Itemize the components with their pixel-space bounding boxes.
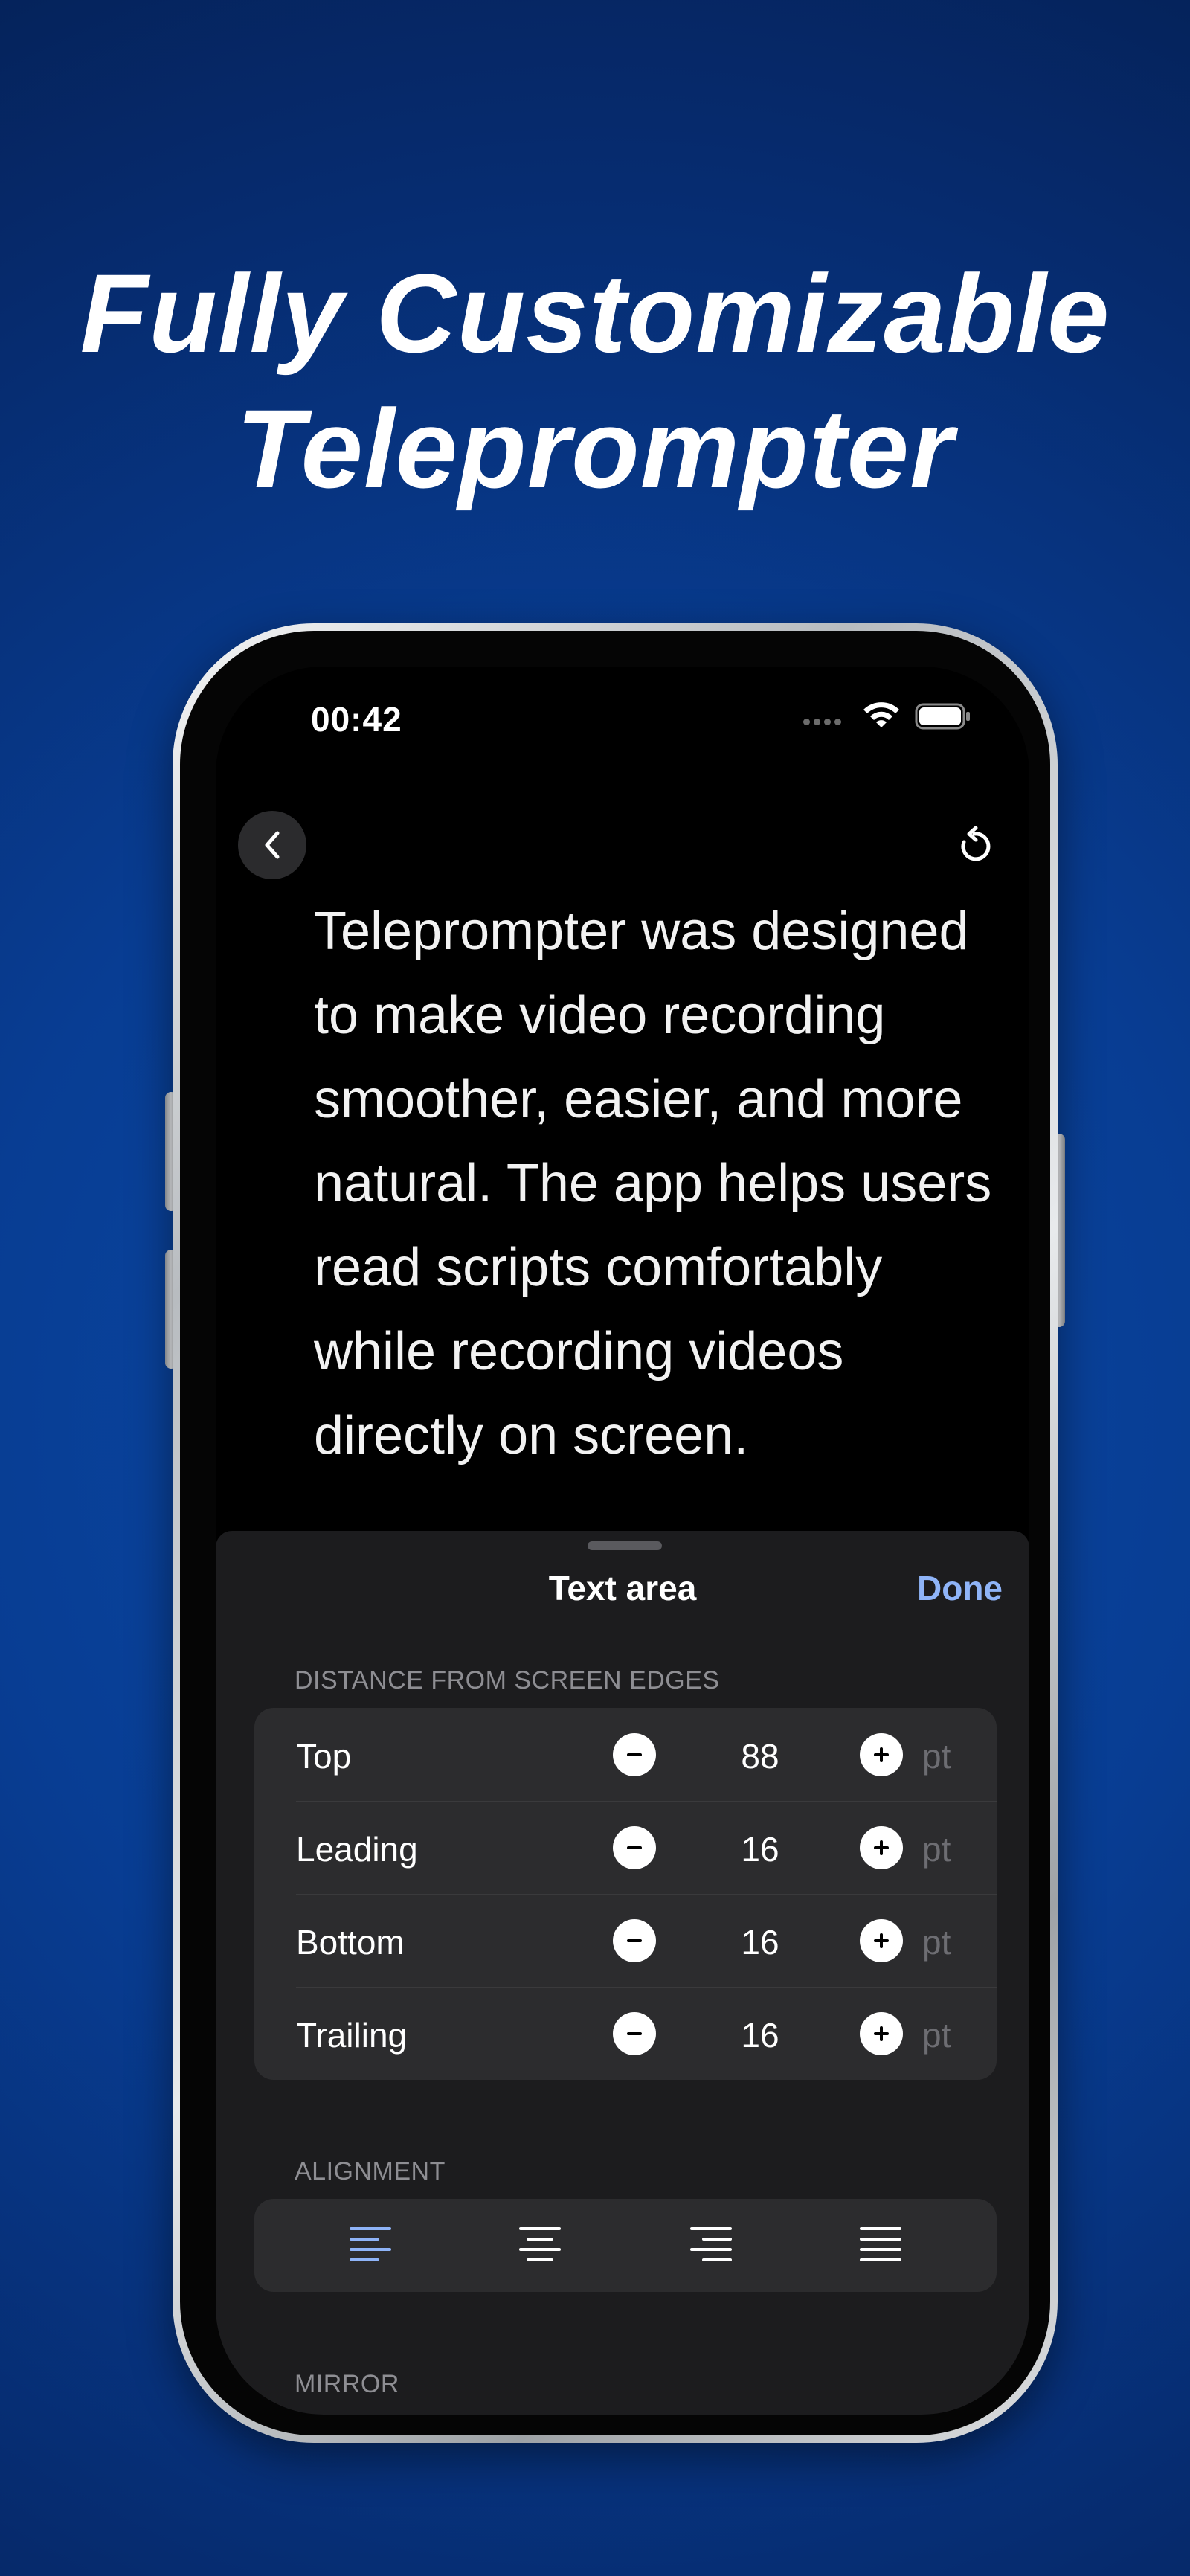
plus-icon bbox=[874, 1840, 889, 1855]
increment-bottom-button[interactable] bbox=[860, 1919, 903, 1962]
alignment-section-label: ALIGNMENT bbox=[295, 2157, 446, 2185]
reset-button[interactable] bbox=[951, 823, 998, 870]
minus-icon bbox=[627, 1939, 642, 1942]
status-time: 00:42 bbox=[311, 700, 402, 739]
decrement-bottom-button[interactable] bbox=[613, 1919, 656, 1962]
row-value: 16 bbox=[741, 2016, 779, 2055]
row-label: Bottom bbox=[296, 1923, 405, 1962]
decrement-trailing-button[interactable] bbox=[613, 2012, 656, 2055]
chevron-left-icon bbox=[265, 831, 280, 859]
minus-icon bbox=[627, 1846, 642, 1849]
align-center-button[interactable] bbox=[518, 2224, 562, 2266]
row-unit: pt bbox=[922, 1923, 951, 1962]
row-value: 16 bbox=[741, 1923, 779, 1962]
decrement-leading-button[interactable] bbox=[613, 1826, 656, 1869]
increment-leading-button[interactable] bbox=[860, 1826, 903, 1869]
row-unit: pt bbox=[922, 1830, 951, 1869]
wifi-icon bbox=[861, 701, 901, 730]
row-value: 16 bbox=[741, 1830, 779, 1869]
distance-row-trailing: Trailing 16 pt bbox=[254, 1987, 997, 2080]
distance-settings-group: Top 88 pt Leading 16 pt Bottom 16 pt Tra… bbox=[254, 1708, 997, 2080]
mirror-section-label: MIRROR bbox=[295, 2370, 399, 2398]
marketing-headline: Fully Customizable Teleprompter bbox=[0, 245, 1190, 516]
align-left-icon bbox=[350, 2227, 391, 2261]
decrement-top-button[interactable] bbox=[613, 1733, 656, 1776]
phone-bezel: 00:42 Teleprompter was designed to make … bbox=[180, 631, 1050, 2435]
align-justify-button[interactable] bbox=[858, 2224, 903, 2266]
row-value: 88 bbox=[741, 1737, 779, 1776]
alignment-segmented-control bbox=[254, 2199, 997, 2292]
distance-section-label: DISTANCE FROM SCREEN EDGES bbox=[295, 1666, 720, 1695]
distance-row-top: Top 88 pt bbox=[254, 1708, 997, 1801]
align-center-icon bbox=[519, 2227, 561, 2261]
align-right-button[interactable] bbox=[689, 2224, 733, 2266]
increment-trailing-button[interactable] bbox=[860, 2012, 903, 2055]
phone-screen: 00:42 Teleprompter was designed to make … bbox=[216, 667, 1029, 2415]
sheet-grabber[interactable] bbox=[588, 1541, 662, 1550]
align-left-button[interactable] bbox=[348, 2224, 393, 2266]
plus-icon bbox=[874, 1747, 889, 1762]
align-right-icon bbox=[690, 2227, 732, 2261]
minus-icon bbox=[627, 1753, 642, 1756]
plus-icon bbox=[874, 2026, 889, 2041]
minus-icon bbox=[627, 2032, 642, 2035]
align-justify-icon bbox=[860, 2227, 901, 2261]
distance-row-leading: Leading 16 pt bbox=[254, 1801, 997, 1894]
distance-row-bottom: Bottom 16 pt bbox=[254, 1894, 997, 1987]
text-area-settings-sheet: Text area Done DISTANCE FROM SCREEN EDGE… bbox=[216, 1531, 1029, 2415]
plus-icon bbox=[874, 1933, 889, 1948]
headline-line-1: Fully Customizable bbox=[80, 251, 1110, 376]
battery-icon bbox=[915, 703, 971, 730]
row-label: Leading bbox=[296, 1830, 418, 1869]
row-unit: pt bbox=[922, 2016, 951, 2055]
rotate-ccw-icon bbox=[961, 826, 991, 861]
signal-dots-icon bbox=[803, 719, 848, 726]
done-button[interactable]: Done bbox=[917, 1568, 1003, 1608]
increment-top-button[interactable] bbox=[860, 1733, 903, 1776]
row-label: Trailing bbox=[296, 2016, 408, 2055]
back-button[interactable] bbox=[238, 811, 306, 879]
teleprompter-script-text: Teleprompter was designed to make video … bbox=[314, 902, 992, 1465]
phone-frame: 00:42 Teleprompter was designed to make … bbox=[173, 623, 1058, 2443]
row-label: Top bbox=[296, 1737, 352, 1776]
row-unit: pt bbox=[922, 1737, 951, 1776]
sheet-title: Text area bbox=[548, 1569, 697, 1607]
headline-line-2: Teleprompter bbox=[236, 386, 954, 511]
